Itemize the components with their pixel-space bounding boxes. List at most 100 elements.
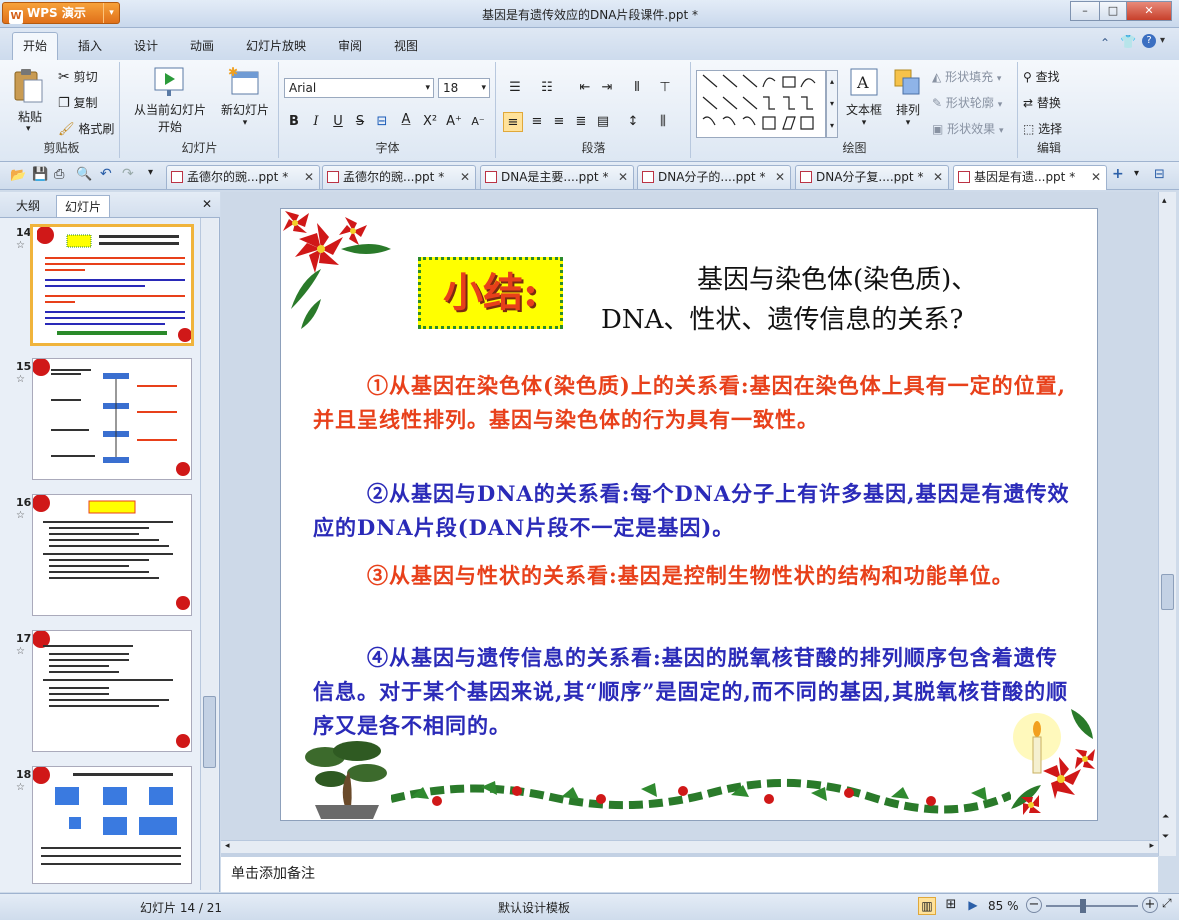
thumbnail-scrollbar[interactable] — [200, 218, 218, 890]
customize-toolbar-icon[interactable]: ▾ — [148, 167, 153, 178]
doc-tab[interactable]: DNA是主要....ppt * ✕ — [480, 165, 634, 189]
justify-icon[interactable]: ≣ — [571, 112, 591, 132]
chevron-down-icon[interactable]: ▾ — [1134, 168, 1139, 179]
align-left-icon[interactable]: ≡ — [503, 112, 523, 132]
previous-slide-icon[interactable]: ⏶ — [1162, 812, 1169, 822]
shrink-font-button[interactable]: A⁻ — [468, 112, 488, 132]
slide-thumbnail[interactable] — [32, 766, 192, 884]
select-button[interactable]: ⬚ 选择 — [1023, 120, 1062, 137]
print-preview-icon[interactable]: 🔍 — [76, 167, 92, 182]
next-slide-icon[interactable]: ⏷ — [1162, 832, 1169, 842]
wps-menu-button[interactable]: W WPS 演示 ▾ — [2, 2, 120, 24]
skin-icon[interactable]: 👕 — [1120, 35, 1136, 50]
tab-view[interactable]: 视图 — [384, 36, 428, 56]
new-tab-icon[interactable]: + — [1112, 166, 1124, 182]
chevron-left-icon[interactable]: ◂ — [225, 841, 230, 851]
align-text-icon[interactable]: ⊤ — [655, 78, 675, 98]
scroll-thumb[interactable] — [203, 696, 216, 768]
slideshow-view-icon[interactable]: ▶ — [964, 897, 982, 915]
shape-outline-button[interactable]: ✎ 形状轮廓 ▾ — [932, 94, 1002, 111]
notes-splitter[interactable] — [221, 853, 1158, 857]
copy-button[interactable]: ❐ 复制 — [58, 94, 98, 111]
close-icon[interactable]: ✕ — [933, 166, 943, 188]
tab-design[interactable]: 设计 — [124, 36, 168, 56]
shapes-scroll[interactable]: ▴ ▾ ▾ — [826, 70, 838, 138]
tab-home[interactable]: 开始 — [12, 32, 59, 60]
bold-button[interactable]: B — [284, 112, 304, 132]
text-direction-icon[interactable]: ⫴ — [627, 78, 647, 98]
open-icon[interactable]: 📂 — [10, 168, 26, 183]
tab-review[interactable]: 审阅 — [328, 36, 372, 56]
tab-insert[interactable]: 插入 — [68, 36, 112, 56]
superscript-button[interactable]: X² — [420, 112, 440, 132]
textbox-button[interactable]: A 文本框 ▾ — [844, 66, 884, 136]
undo-icon[interactable]: ↶ — [100, 166, 112, 182]
align-center-icon[interactable]: ≡ — [527, 112, 547, 132]
font-size-select[interactable]: 18 ▾ — [438, 78, 490, 98]
chevron-up-icon[interactable]: ▴ — [1162, 196, 1167, 206]
shape-effect-button[interactable]: ▣ 形状效果 ▾ — [932, 120, 1004, 137]
zoom-out-icon[interactable]: − — [1026, 897, 1042, 913]
increase-indent-icon[interactable]: ⇥ — [597, 78, 617, 98]
slide-vertical-scrollbar[interactable]: ▴ ⏶ ⏷ — [1158, 192, 1176, 856]
chevron-right-icon[interactable]: ▸ — [1149, 841, 1154, 851]
cut-button[interactable]: ✂ 剪切 — [58, 68, 98, 85]
italic-button[interactable]: I — [306, 112, 326, 132]
numbering-icon[interactable]: ☷ — [537, 78, 557, 98]
slide-thumbnail-selected[interactable] — [30, 224, 194, 346]
tab-animation[interactable]: 动画 — [180, 36, 224, 56]
close-icon[interactable]: ✕ — [618, 166, 628, 188]
doc-tab[interactable]: DNA分子复....ppt * ✕ — [795, 165, 949, 189]
zoom-in-icon[interactable]: + — [1142, 897, 1158, 913]
maximize-button[interactable]: □ — [1099, 1, 1127, 21]
help-icon[interactable]: ? — [1142, 34, 1156, 48]
new-slide-button[interactable]: ✱ 新幻灯片 ▾ — [217, 65, 273, 136]
minimize-button[interactable]: – — [1070, 1, 1100, 21]
paste-button[interactable]: 粘贴 ▾ — [12, 68, 48, 134]
grow-font-button[interactable]: A⁺ — [444, 112, 464, 132]
tab-list-icon[interactable]: ⊟ — [1154, 167, 1165, 182]
save-icon[interactable]: 💾 — [32, 167, 48, 182]
doc-tab-active[interactable]: 基因是有遗...ppt * ✕ — [953, 165, 1107, 190]
notes-pane[interactable]: 单击添加备注 — [221, 856, 1158, 892]
doc-tab[interactable]: DNA分子的....ppt * ✕ — [637, 165, 791, 189]
tab-slideshow[interactable]: 幻灯片放映 — [236, 36, 316, 56]
shadow-icon[interactable]: ⊟ — [372, 112, 392, 132]
format-painter-button[interactable]: 🖌 格式刷 — [58, 120, 114, 137]
slide-sorter-icon[interactable]: ⊞ — [942, 897, 960, 915]
find-button[interactable]: ⚲ 查找 — [1023, 68, 1060, 85]
close-icon[interactable]: ✕ — [1091, 166, 1101, 188]
arrange-button[interactable]: 排列 ▾ — [890, 66, 926, 136]
close-button[interactable]: ✕ — [1126, 1, 1172, 21]
doc-tab[interactable]: 孟德尔的豌...ppt * ✕ — [166, 165, 320, 189]
close-pane-icon[interactable]: ✕ — [202, 197, 212, 211]
print-icon[interactable]: ⎙ — [54, 167, 64, 182]
tab-slides[interactable]: 幻灯片 — [56, 195, 111, 217]
zoom-slider[interactable] — [1046, 905, 1138, 907]
align-right-icon[interactable]: ≡ — [549, 112, 569, 132]
strikethrough-button[interactable]: S — [350, 112, 370, 132]
slide-thumbnail[interactable] — [32, 358, 192, 480]
collapse-ribbon-icon[interactable]: ⌃ — [1100, 36, 1110, 50]
normal-view-icon[interactable]: ▥ — [918, 897, 936, 915]
zoom-slider-handle[interactable] — [1080, 899, 1086, 913]
slide-canvas[interactable]: 小结: 基因与染色体(染色质)、 DNA、性状、遗传信息的关系? ①从基因在染色… — [280, 208, 1098, 821]
close-icon[interactable]: ✕ — [775, 166, 785, 188]
slide-horizontal-scrollbar[interactable]: ◂ ▸ — [221, 840, 1158, 854]
shape-fill-button[interactable]: ◭ 形状填充 ▾ — [932, 68, 1001, 85]
bullets-icon[interactable]: ☰ — [505, 78, 525, 98]
slide-thumbnail[interactable] — [32, 630, 192, 752]
font-color-button[interactable]: A — [396, 110, 416, 130]
columns-icon[interactable]: ⫼ — [653, 112, 673, 132]
play-from-current-button[interactable]: 从当前幻灯片 开始 — [129, 66, 211, 136]
distribute-icon[interactable]: ▤ — [593, 112, 613, 132]
shapes-gallery[interactable] — [696, 70, 826, 138]
redo-icon[interactable]: ↷ — [122, 166, 134, 182]
fit-window-icon[interactable]: ⤢ — [1162, 896, 1172, 911]
close-icon[interactable]: ✕ — [460, 166, 470, 188]
chevron-down-icon[interactable]: ▾ — [1160, 35, 1165, 46]
decrease-indent-icon[interactable]: ⇤ — [575, 78, 595, 98]
slide-thumbnail[interactable] — [32, 494, 192, 616]
font-name-select[interactable]: Arial ▾ — [284, 78, 434, 98]
tab-outline[interactable]: 大纲 — [8, 195, 48, 217]
